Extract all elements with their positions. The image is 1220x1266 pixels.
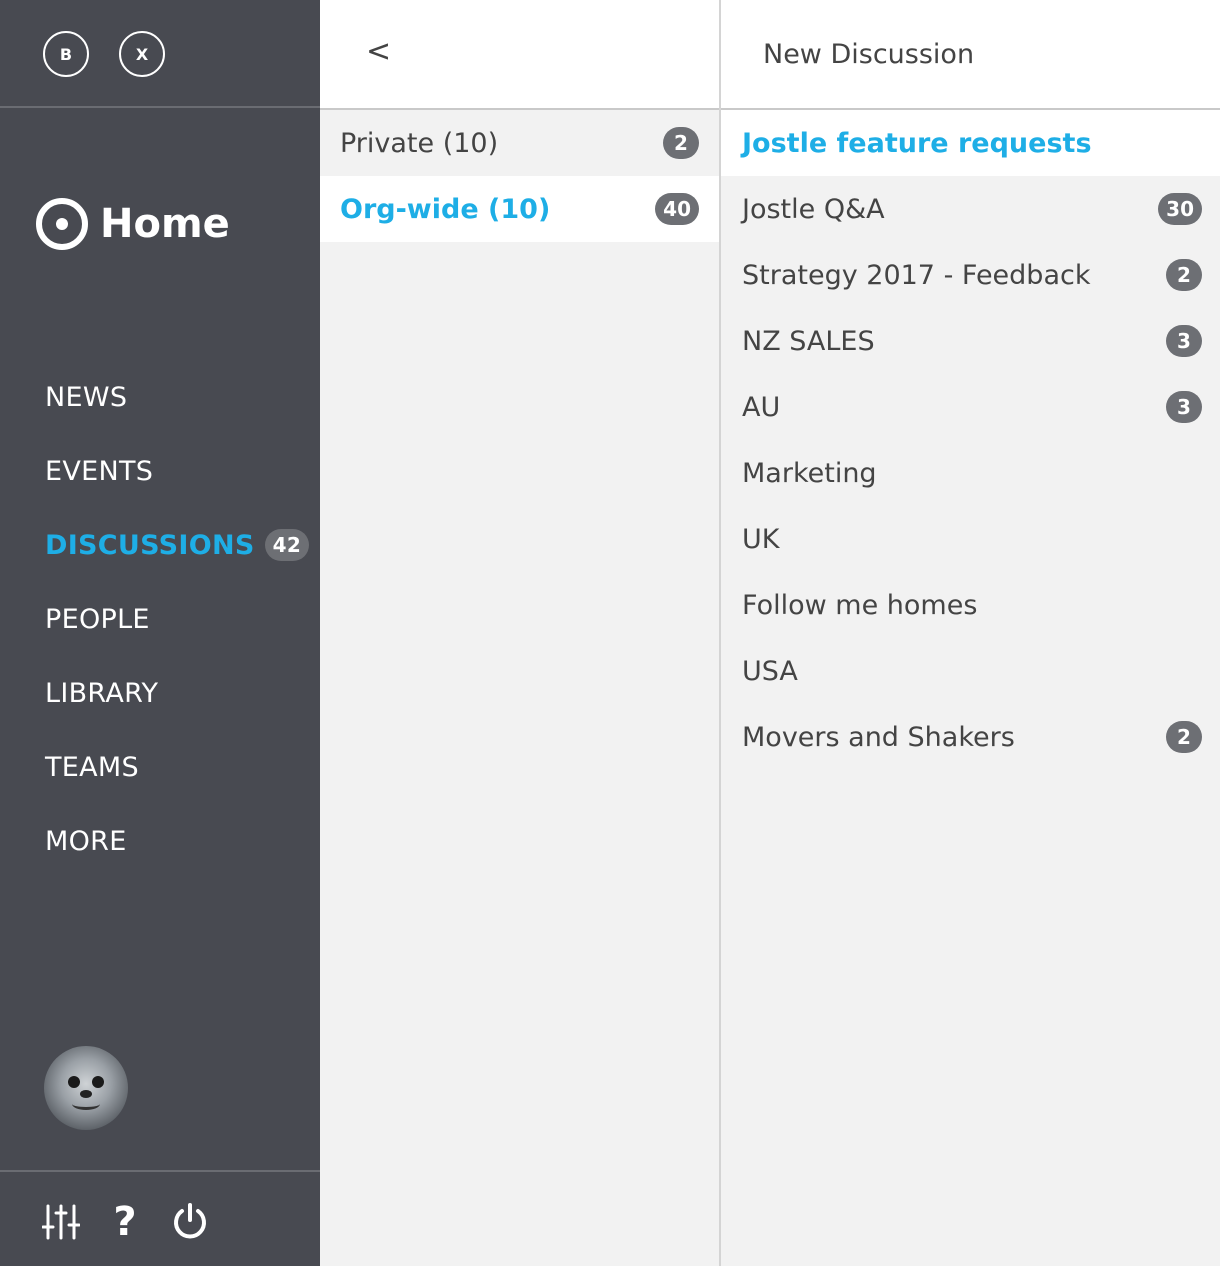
discussion-row[interactable]: Marketing xyxy=(721,440,1220,506)
group-row-org-wide[interactable]: Org-wide (10) 40 xyxy=(320,176,719,242)
new-discussion-button[interactable]: New Discussion xyxy=(763,39,974,70)
nav-item-people[interactable]: PEOPLE xyxy=(45,582,309,656)
main-nav: NEWS EVENTS DISCUSSIONS 42 PEOPLE LIBRAR… xyxy=(45,360,310,878)
count-badge: 3 xyxy=(1166,325,1202,357)
nav-label: DISCUSSIONS xyxy=(45,529,255,561)
avatar-mouth xyxy=(72,1098,100,1110)
nav-label: LIBRARY xyxy=(45,677,159,709)
nav-label: MORE xyxy=(45,825,127,857)
discussion-row[interactable]: Strategy 2017 - Feedback 2 xyxy=(721,242,1220,308)
nav-label: NEWS xyxy=(45,381,128,413)
help-icon[interactable]: ? xyxy=(110,1199,140,1245)
sidebar-top-bar: B X xyxy=(0,0,320,108)
avatar[interactable] xyxy=(44,1046,128,1130)
count-badge: 42 xyxy=(264,529,310,561)
discussions-panel: New Discussion Jostle feature requests J… xyxy=(721,0,1220,1266)
group-row-private[interactable]: Private (10) 2 xyxy=(320,110,719,176)
discussion-groups-panel: < Private (10) 2 Org-wide (10) 40 xyxy=(320,0,721,1266)
nav-label: TEAMS xyxy=(45,751,139,783)
count-badge: 2 xyxy=(1166,721,1202,753)
discussion-row[interactable]: Jostle feature requests xyxy=(721,110,1220,176)
home-link[interactable]: Home xyxy=(36,198,230,250)
sidebar-bottom-bar: ? xyxy=(0,1170,320,1266)
nav-item-events[interactable]: EVENTS xyxy=(45,434,309,508)
nav-item-discussions[interactable]: DISCUSSIONS 42 xyxy=(45,508,310,582)
avatar-nose xyxy=(80,1090,92,1098)
sidebar: B X Home NEWS EVENTS DISCUSSIONS 42 PEOP… xyxy=(0,0,320,1266)
avatar-eye xyxy=(92,1076,104,1088)
nav-item-teams[interactable]: TEAMS xyxy=(45,730,309,804)
nav-item-library[interactable]: LIBRARY xyxy=(45,656,309,730)
power-icon[interactable] xyxy=(170,1202,210,1242)
nav-label: PEOPLE xyxy=(45,603,150,635)
count-badge: 2 xyxy=(1166,259,1202,291)
discussion-row[interactable]: USA xyxy=(721,638,1220,704)
discussion-label: Jostle Q&A xyxy=(742,193,885,225)
discussion-label: UK xyxy=(742,523,780,555)
discussion-row[interactable]: AU 3 xyxy=(721,374,1220,440)
b-button[interactable]: B xyxy=(43,31,89,77)
discussion-row[interactable]: NZ SALES 3 xyxy=(721,308,1220,374)
nav-item-more[interactable]: MORE xyxy=(45,804,309,878)
panel-header: < xyxy=(320,0,719,110)
discussion-label: Strategy 2017 - Feedback xyxy=(742,259,1091,291)
group-label: Private (10) xyxy=(340,127,499,159)
count-badge: 30 xyxy=(1158,193,1202,225)
discussion-row[interactable]: Movers and Shakers 2 xyxy=(721,704,1220,770)
discussion-row[interactable]: Follow me homes xyxy=(721,572,1220,638)
discussion-label: Marketing xyxy=(742,457,877,489)
discussion-label: AU xyxy=(742,391,781,423)
x-button[interactable]: X xyxy=(119,31,165,77)
discussion-row[interactable]: UK xyxy=(721,506,1220,572)
home-label: Home xyxy=(100,201,230,247)
count-badge: 40 xyxy=(655,193,699,225)
nav-item-news[interactable]: NEWS xyxy=(45,360,309,434)
discussion-label: Movers and Shakers xyxy=(742,721,1015,753)
avatar-eye xyxy=(68,1076,80,1088)
discussion-label: USA xyxy=(742,655,798,687)
home-circle-icon xyxy=(36,198,88,250)
panel-header: New Discussion xyxy=(721,0,1220,110)
discussion-label: Follow me homes xyxy=(742,589,978,621)
discussion-label: NZ SALES xyxy=(742,325,875,357)
back-chevron-icon[interactable]: < xyxy=(366,34,391,69)
discussion-row[interactable]: Jostle Q&A 30 xyxy=(721,176,1220,242)
settings-sliders-icon[interactable] xyxy=(42,1202,80,1242)
group-label: Org-wide (10) xyxy=(340,193,551,225)
count-badge: 3 xyxy=(1166,391,1202,423)
nav-label: EVENTS xyxy=(45,455,154,487)
count-badge: 2 xyxy=(663,127,699,159)
discussion-label: Jostle feature requests xyxy=(742,127,1092,159)
